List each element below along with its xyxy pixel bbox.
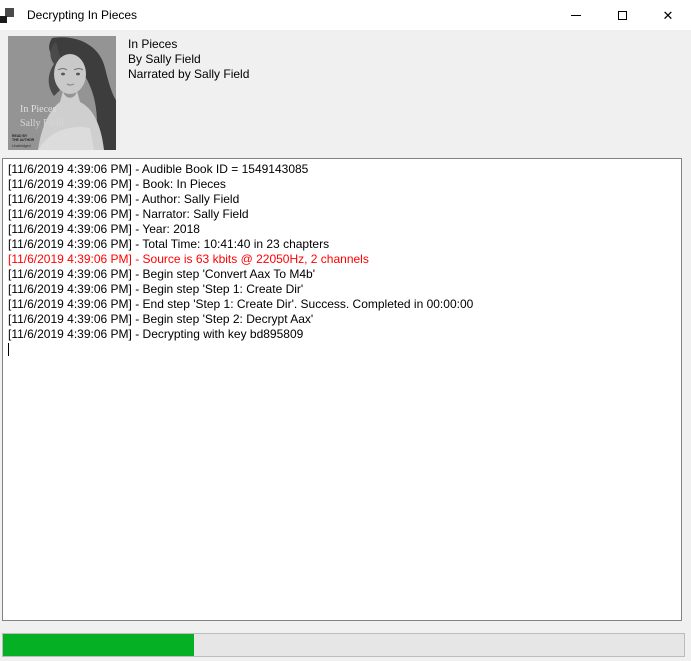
log-line: [11/6/2019 4:39:06 PM] - Decrypting with… [8,327,677,342]
log-line: [11/6/2019 4:39:06 PM] - Author: Sally F… [8,192,677,207]
app-icon [0,8,14,23]
svg-text:In Pieces: In Pieces [20,104,56,115]
maximize-icon [618,11,627,20]
book-meta: In Pieces By Sally Field Narrated by Sal… [128,37,249,82]
caret-line [8,342,677,357]
close-button[interactable]: ✕ [645,0,691,30]
book-cover-image: In Pieces Sally Field READ BY THE AUTHOR… [8,36,116,150]
log-textbox[interactable]: [11/6/2019 4:39:06 PM] - Audible Book ID… [2,158,682,621]
book-title: In Pieces [128,37,249,52]
svg-text:THE AUTHOR: THE AUTHOR [12,138,35,142]
log-line: [11/6/2019 4:39:06 PM] - Source is 63 kb… [8,252,677,267]
progress-bar [2,633,685,657]
log-line: [11/6/2019 4:39:06 PM] - Begin step 'Con… [8,267,677,282]
window-title: Decrypting In Pieces [27,8,137,22]
log-line: [11/6/2019 4:39:06 PM] - Narrator: Sally… [8,207,677,222]
svg-text:Unabridged: Unabridged [12,144,31,148]
titlebar[interactable]: Decrypting In Pieces ✕ [0,0,691,30]
close-icon: ✕ [663,9,674,22]
progress-bar-fill [3,634,194,656]
log-line: [11/6/2019 4:39:06 PM] - Audible Book ID… [8,162,677,177]
app-window: { "window": { "title": "Decrypting In Pi… [0,0,691,661]
log-line: [11/6/2019 4:39:06 PM] - Book: In Pieces [8,177,677,192]
minimize-icon [571,15,581,16]
book-author: By Sally Field [128,52,249,67]
log-output: [11/6/2019 4:39:06 PM] - Audible Book ID… [8,162,677,342]
maximize-button[interactable] [599,0,645,30]
text-caret [8,343,9,356]
log-line: [11/6/2019 4:39:06 PM] - Begin step 'Ste… [8,312,677,327]
log-line: [11/6/2019 4:39:06 PM] - Total Time: 10:… [8,237,677,252]
log-line: [11/6/2019 4:39:06 PM] - End step 'Step … [8,297,677,312]
minimize-button[interactable] [553,0,599,30]
book-narrator: Narrated by Sally Field [128,67,249,82]
window-controls: ✕ [553,0,691,30]
log-line: [11/6/2019 4:39:06 PM] - Year: 2018 [8,222,677,237]
log-line: [11/6/2019 4:39:06 PM] - Begin step 'Ste… [8,282,677,297]
svg-text:Sally Field: Sally Field [20,118,64,129]
